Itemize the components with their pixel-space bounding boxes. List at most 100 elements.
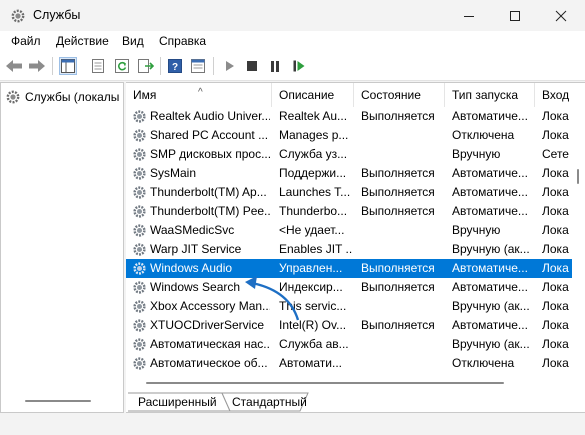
- table-row[interactable]: Warp JIT Service Enables JIT ... Вручную (…: [126, 240, 572, 259]
- cell-logon: Лока: [542, 318, 569, 332]
- table-row[interactable]: Windows Search Индексир... Выполняется Авто…: [126, 278, 572, 297]
- close-button[interactable]: [538, 0, 584, 31]
- table-row[interactable]: Realtek Audio Univer... Realtek Au... Выпо…: [126, 107, 572, 126]
- table-row[interactable]: Shared PC Account ... Manages p... Отключе…: [126, 126, 572, 145]
- services-list-pane: Имя ^ Описание Состояние Тип запуска Вхо…: [126, 82, 585, 413]
- restart-service-button[interactable]: [290, 57, 308, 75]
- cell-description: Автомати...: [279, 356, 343, 370]
- table-row[interactable]: Автоматическая нас... Служба ав... Вручную…: [126, 335, 572, 354]
- view-pane-button[interactable]: [189, 57, 207, 75]
- cell-name: SysMain: [150, 166, 197, 180]
- column-header-logon[interactable]: Вход: [535, 83, 585, 107]
- console-tree-icon: [61, 59, 75, 73]
- tree-horizontal-scrollbar[interactable]: [25, 400, 91, 402]
- column-header-startup-type[interactable]: Тип запуска: [445, 83, 535, 107]
- cell-description: Индексир...: [279, 280, 343, 294]
- service-gear-icon: [132, 185, 147, 200]
- cell-logon: Сете: [542, 147, 569, 161]
- forward-button[interactable]: [28, 57, 46, 75]
- minimize-button[interactable]: [446, 0, 492, 31]
- pause-service-button[interactable]: [266, 57, 284, 75]
- view-pane-icon: [191, 59, 205, 73]
- cell-status: [361, 240, 443, 259]
- cell-description: Intel(R) Ov...: [279, 318, 347, 332]
- cell-startup: Вручную (ак...: [452, 299, 530, 313]
- vertical-scrollbar-thumb[interactable]: [577, 169, 579, 184]
- cell-name: Автоматическая нас...: [150, 337, 270, 351]
- console-tree-pane: Службы (локалы: [0, 82, 124, 413]
- table-row[interactable]: Thunderbolt(TM) Pee... Thunderbo... Выполн…: [126, 202, 572, 221]
- tree-item-services-local[interactable]: Службы (локалы: [5, 89, 119, 105]
- horizontal-scrollbar-thumb[interactable]: [146, 382, 504, 384]
- cell-description: Служба уз...: [279, 147, 348, 161]
- cell-startup: Автоматиче...: [452, 185, 528, 199]
- cell-status: Выполняется: [361, 261, 435, 275]
- cell-name: Realtek Audio Univer...: [150, 109, 270, 123]
- show-console-tree-button[interactable]: [59, 57, 77, 75]
- cell-startup: Отключена: [452, 356, 515, 370]
- menu-file[interactable]: Файл: [11, 34, 41, 48]
- services-window: Службы Файл Действие Вид Справка ? Служб…: [0, 0, 585, 435]
- cell-description: Realtek Au...: [279, 109, 348, 123]
- cell-logon: Лока: [542, 166, 569, 180]
- cell-description: Enables JIT ...: [279, 242, 353, 256]
- start-service-button[interactable]: [221, 57, 239, 75]
- cell-logon: Лока: [542, 261, 569, 275]
- minimize-icon: [464, 15, 474, 17]
- cell-logon: Лока: [542, 204, 569, 218]
- properties-button[interactable]: [89, 57, 107, 75]
- toolbar: ?: [0, 51, 585, 81]
- menu-action[interactable]: Действие: [56, 34, 109, 48]
- service-gear-icon: [132, 166, 147, 181]
- cell-status: Выполняется: [361, 185, 435, 199]
- table-row[interactable]: Автоматическое об... Автомати... Отключена…: [126, 354, 572, 373]
- column-header-description[interactable]: Описание: [272, 83, 354, 107]
- cell-name: Thunderbolt(TM) Pee...: [150, 204, 270, 218]
- title-bar: Службы: [0, 0, 585, 31]
- cell-status: Выполняется: [361, 280, 435, 294]
- menu-help[interactable]: Справка: [159, 34, 206, 48]
- help-button[interactable]: ?: [166, 57, 184, 75]
- table-row[interactable]: SysMain Поддержи... Выполняется Автоматиче.…: [126, 164, 572, 183]
- service-gear-icon: [132, 204, 147, 219]
- table-row[interactable]: Xbox Accessory Man... This servic... Вручн…: [126, 297, 572, 316]
- cell-logon: Лока: [542, 280, 569, 294]
- cell-logon: Лока: [542, 223, 569, 237]
- cell-startup: Автоматиче...: [452, 204, 528, 218]
- cell-startup: Вручную (ак...: [452, 337, 530, 351]
- view-tabs: Расширенный Стандартный: [126, 392, 585, 412]
- menu-view[interactable]: Вид: [122, 34, 144, 48]
- cell-description: Thunderbo...: [279, 204, 348, 218]
- table-row[interactable]: Windows Audio Управлен... Выполняется Автом…: [126, 259, 572, 278]
- window-title: Службы: [33, 8, 81, 22]
- tab-extended[interactable]: Расширенный: [138, 393, 217, 412]
- service-gear-icon: [132, 337, 147, 352]
- close-icon: [555, 10, 567, 21]
- cell-description: Служба ав...: [279, 337, 349, 351]
- cell-name: Thunderbolt(TM) Ap...: [150, 185, 267, 199]
- service-gear-icon: [132, 299, 147, 314]
- table-header: Имя ^ Описание Состояние Тип запуска Вхо…: [126, 83, 585, 107]
- stop-service-button[interactable]: [243, 57, 261, 75]
- back-button[interactable]: [5, 57, 23, 75]
- table-row[interactable]: XTUOCDriverService Intel(R) Ov... Выполняе…: [126, 316, 572, 335]
- service-gear-icon: [132, 280, 147, 295]
- column-header-status[interactable]: Состояние: [354, 83, 445, 107]
- refresh-button[interactable]: [113, 57, 131, 75]
- table-row[interactable]: SMP дисковых прос... Служба уз... Вручную С…: [126, 145, 572, 164]
- column-header-name[interactable]: Имя ^: [126, 83, 272, 107]
- cell-description: Manages p...: [279, 128, 349, 142]
- tab-standard[interactable]: Стандартный: [232, 393, 307, 412]
- cell-description: <Не удает...: [279, 223, 345, 237]
- table-row[interactable]: Thunderbolt(TM) Ap... Launches T... Выполн…: [126, 183, 572, 202]
- table-row[interactable]: WaaSMedicSvc <Не удает... Вручную Лока: [126, 221, 572, 240]
- cell-startup: Отключена: [452, 128, 515, 142]
- service-gear-icon: [132, 242, 147, 257]
- export-list-button[interactable]: [137, 57, 155, 75]
- service-gear-icon: [132, 109, 147, 124]
- pause-icon: [271, 60, 279, 72]
- vertical-scrollbar[interactable]: [572, 107, 584, 389]
- maximize-button[interactable]: [492, 0, 538, 31]
- cell-name: Shared PC Account ...: [150, 128, 269, 142]
- cell-status: [361, 221, 443, 240]
